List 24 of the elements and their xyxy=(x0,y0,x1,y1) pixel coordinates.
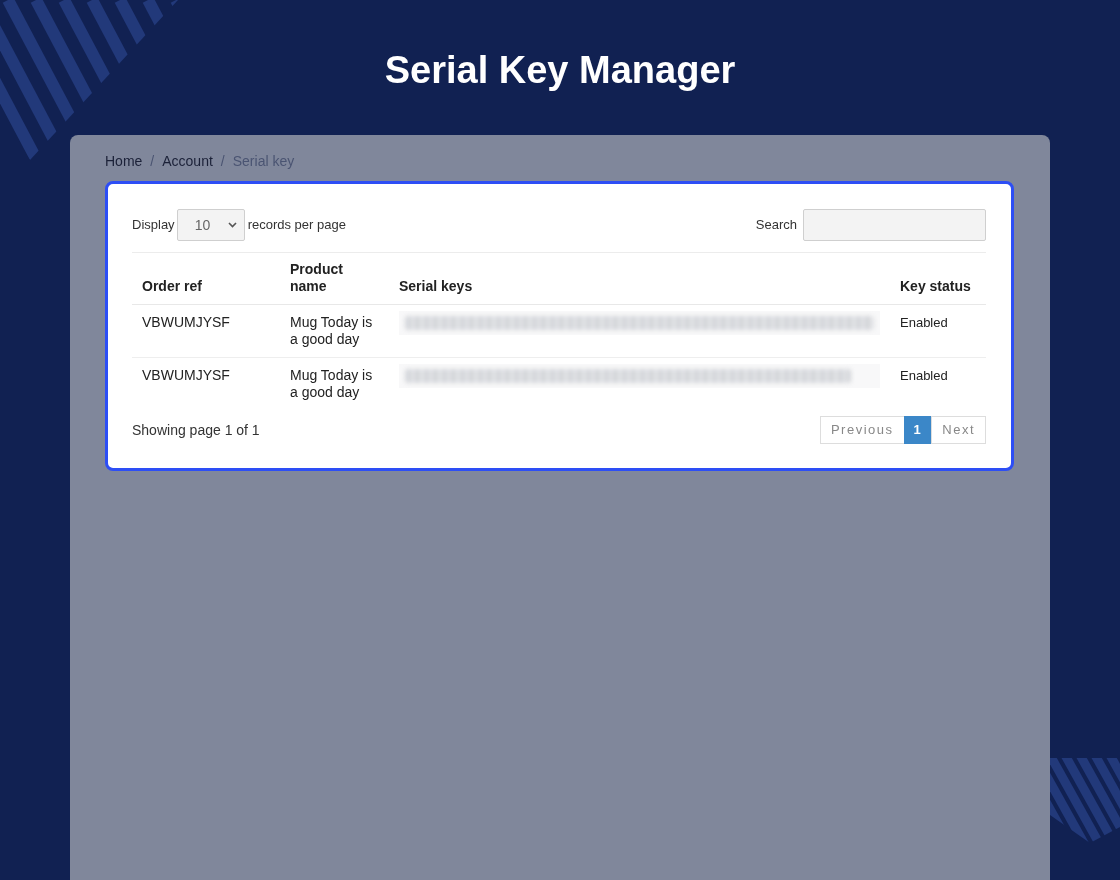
table-cell: VBWUMJYSF xyxy=(132,304,280,358)
page-summary: Showing page 1 of 1 xyxy=(132,420,260,440)
breadcrumb-separator: / xyxy=(150,152,155,171)
previous-button[interactable]: Previous xyxy=(819,416,905,444)
column-header: Serial keys xyxy=(389,253,890,305)
search-field[interactable] xyxy=(803,209,986,241)
search-label: Search xyxy=(755,216,797,235)
table-cell: VBWUMJYSF xyxy=(132,357,280,410)
next-button[interactable]: Next xyxy=(931,416,986,444)
table-cell: Enabled xyxy=(890,304,986,358)
breadcrumb-link[interactable]: Home xyxy=(105,150,143,172)
chevron-down-icon xyxy=(227,222,237,228)
column-header: Product name xyxy=(280,253,389,305)
page-title: Serial Key Manager xyxy=(384,48,736,92)
table-cell: Mug Today is a good day xyxy=(280,304,389,358)
page-size-select[interactable]: 10 xyxy=(176,209,245,241)
table-cell: Enabled xyxy=(890,357,986,410)
per-page-label: records per page xyxy=(247,216,346,235)
breadcrumb-separator: / xyxy=(220,152,225,171)
breadcrumb-link[interactable]: Account xyxy=(162,150,213,172)
display-label: Display xyxy=(132,216,175,235)
column-header: Order ref xyxy=(132,253,280,305)
column-header: Key status xyxy=(890,253,986,305)
table-cell: Mug Today is a good day xyxy=(280,357,389,410)
